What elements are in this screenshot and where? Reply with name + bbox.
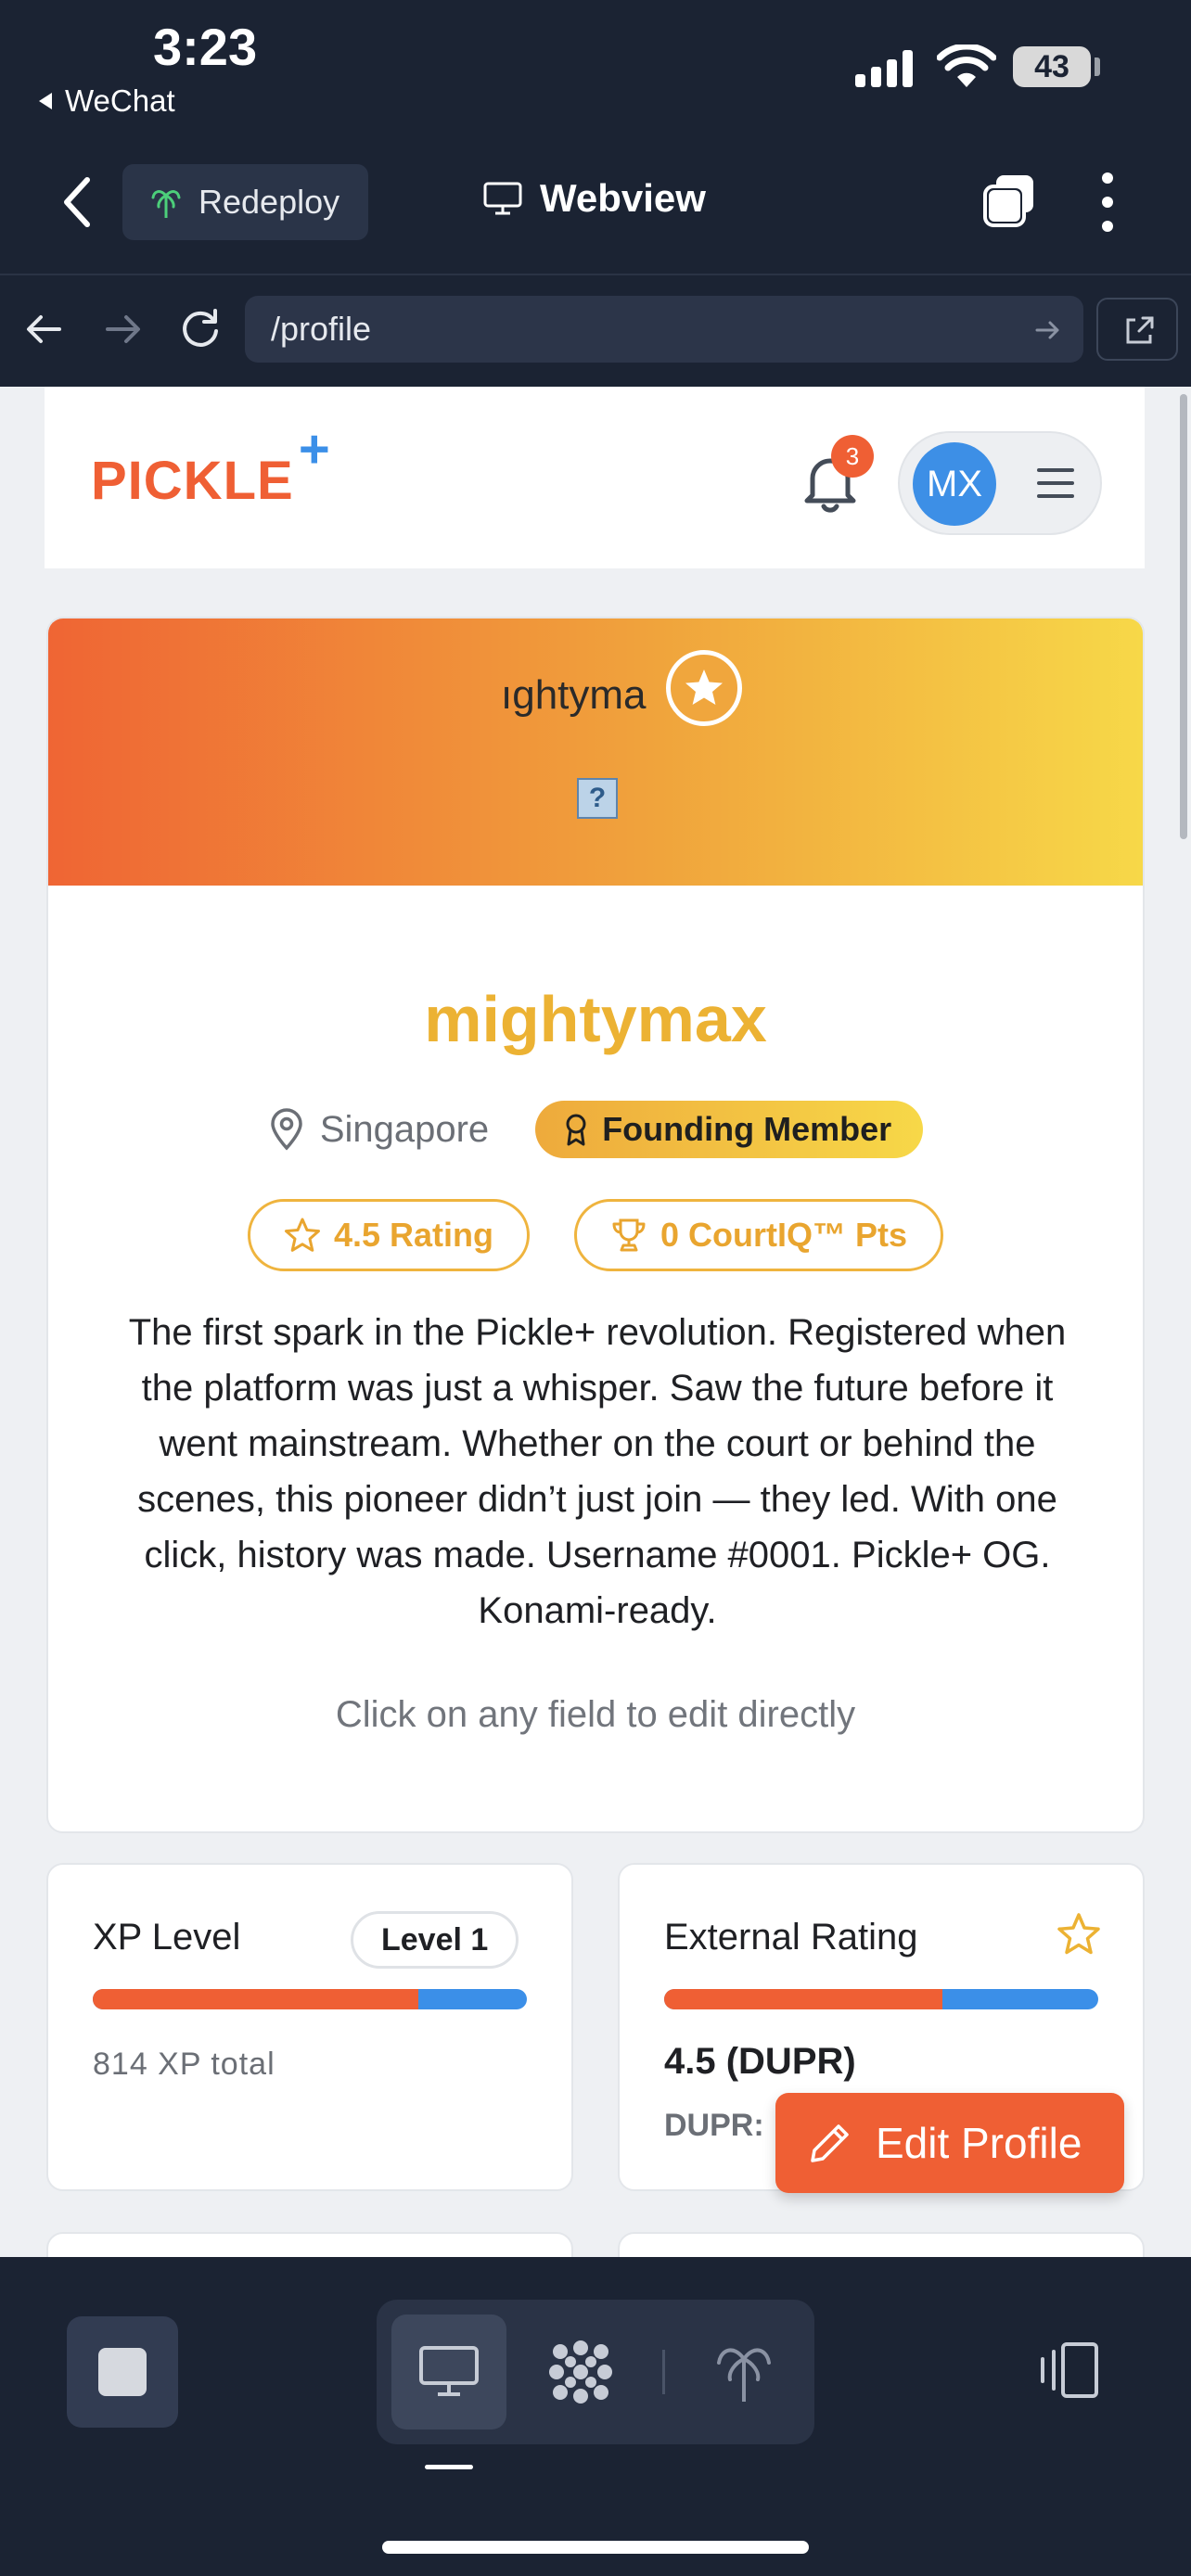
xp-level-card: XP Level Level 1 814 XP total xyxy=(46,1863,573,2191)
profile-banner: ıghtyma ? xyxy=(48,618,1143,886)
redeploy-label: Redeploy xyxy=(198,183,340,221)
back-to-app-link[interactable]: WeChat xyxy=(35,83,175,119)
level-badge: Level 1 xyxy=(351,1911,519,1969)
notification-badge: 3 xyxy=(831,435,874,478)
browser-forward-icon[interactable] xyxy=(96,303,148,355)
back-chevron-icon[interactable] xyxy=(56,174,100,230)
palm-tree-icon xyxy=(151,190,181,218)
palm-tree-icon xyxy=(717,2348,771,2402)
segment-divider xyxy=(662,2350,665,2394)
tabs-icon[interactable] xyxy=(981,173,1037,229)
battery-icon: 43 xyxy=(1013,46,1091,87)
pickle-plus-logo[interactable]: PICKLE + xyxy=(91,419,330,512)
monitor-icon xyxy=(419,2346,479,2396)
courtiq-pill[interactable]: 0 CourtIQ™ Pts xyxy=(574,1199,944,1271)
avatar: MX xyxy=(913,442,996,526)
edit-hint: Click on any field to edit directly xyxy=(335,1694,856,1735)
rating-pill[interactable]: 4.5 Rating xyxy=(247,1199,530,1271)
location-label: Singapore xyxy=(319,1108,490,1150)
location[interactable]: Singapore xyxy=(268,1108,489,1151)
stat-pills: 4.5 Rating 0 CourtIQ™ Pts xyxy=(48,1199,1143,1271)
url-text: /profile xyxy=(271,310,372,348)
trophy-icon xyxy=(612,1218,646,1252)
map-pin-icon xyxy=(271,1108,302,1151)
profile-bio[interactable]: The first spark in the Pickle+ revolutio… xyxy=(104,1305,1091,1639)
display-name[interactable]: mightymax xyxy=(48,982,1143,1056)
star-badge-icon xyxy=(666,650,742,726)
rating-pill-label: 4.5 Rating xyxy=(333,1216,493,1254)
webview-tab[interactable] xyxy=(391,2315,506,2429)
webview-label: Webview xyxy=(540,176,706,220)
profile-meta-row: Singapore Founding Member xyxy=(48,1101,1143,1158)
profile-card: ıghtyma ? mightymax Singapore Founding M… xyxy=(46,617,1145,1833)
founding-member-label: Founding Member xyxy=(602,1110,892,1148)
redeploy-button[interactable]: Redeploy xyxy=(122,164,368,240)
edit-profile-button[interactable]: Edit Profile xyxy=(775,2093,1124,2193)
xp-total: 814 XP total xyxy=(93,2047,275,2082)
webview-title: Webview xyxy=(482,176,706,221)
logo-plus: + xyxy=(298,419,331,479)
banner-username: ıghtyma xyxy=(501,672,647,718)
pencil-icon xyxy=(811,2124,849,2162)
dupr-label: DUPR: xyxy=(664,2108,764,2143)
reload-icon[interactable] xyxy=(174,303,226,355)
bottom-toolbar xyxy=(0,2257,1191,2576)
award-icon xyxy=(566,1114,586,1146)
star-outline-icon[interactable] xyxy=(1056,1911,1102,1958)
site-navbar: PICKLE + 3 MX xyxy=(45,387,1145,568)
xp-level-title: XP Level xyxy=(93,1917,241,1958)
grid-logo-icon xyxy=(549,2340,612,2404)
cellular-signal-icon xyxy=(855,48,913,87)
device-layout-icon[interactable] xyxy=(1035,2339,1102,2402)
browser-back-icon[interactable] xyxy=(19,303,70,355)
go-arrow-icon[interactable] xyxy=(1031,314,1063,346)
back-app-label: WeChat xyxy=(65,83,175,118)
stop-icon xyxy=(98,2348,147,2396)
courtiq-pill-label: 0 CourtIQ™ Pts xyxy=(660,1216,908,1254)
active-tab-indicator xyxy=(425,2465,473,2469)
rating-progress-fill xyxy=(664,1989,942,2009)
url-input[interactable]: /profile xyxy=(245,296,1083,363)
status-bar: 3:23 WeChat 43 xyxy=(0,0,1191,130)
external-link-icon xyxy=(1126,316,1154,344)
external-rating-title: External Rating xyxy=(664,1917,918,1958)
founding-member-badge: Founding Member xyxy=(535,1101,924,1158)
xp-progress-fill xyxy=(93,1989,418,2009)
edit-profile-label: Edit Profile xyxy=(876,2119,1082,2167)
logo-text: PICKLE xyxy=(91,451,294,511)
external-rating-value: 4.5 (DUPR) xyxy=(664,2041,856,2082)
open-external-button[interactable] xyxy=(1096,298,1178,361)
hamburger-menu-icon xyxy=(1037,468,1074,498)
app-header: Redeploy Webview xyxy=(0,139,1191,269)
workspace-tab[interactable] xyxy=(523,2315,638,2429)
xp-progress-bar xyxy=(93,1989,527,2009)
rating-progress-bar xyxy=(664,1989,1098,2009)
star-outline-icon xyxy=(284,1218,320,1252)
view-switcher xyxy=(377,2300,814,2444)
web-content: PICKLE + 3 MX ıghtyma ? mightymax Singap… xyxy=(0,387,1191,2257)
stop-button[interactable] xyxy=(67,2316,178,2428)
more-options-icon[interactable] xyxy=(1100,172,1115,232)
monitor-icon xyxy=(483,182,522,215)
status-time: 3:23 xyxy=(153,18,258,76)
wifi-icon xyxy=(937,45,996,87)
user-menu-button[interactable]: MX xyxy=(898,431,1102,535)
battery-tip xyxy=(1095,57,1100,76)
broken-image-icon: ? xyxy=(577,778,618,819)
back-triangle-icon xyxy=(39,93,52,109)
home-indicator[interactable] xyxy=(382,2541,809,2554)
browser-toolbar: /profile xyxy=(0,274,1191,387)
deploy-tab[interactable] xyxy=(686,2315,801,2429)
next-card-left xyxy=(46,2232,573,2257)
scrollbar[interactable] xyxy=(1180,394,1187,839)
next-card-right xyxy=(618,2232,1145,2257)
